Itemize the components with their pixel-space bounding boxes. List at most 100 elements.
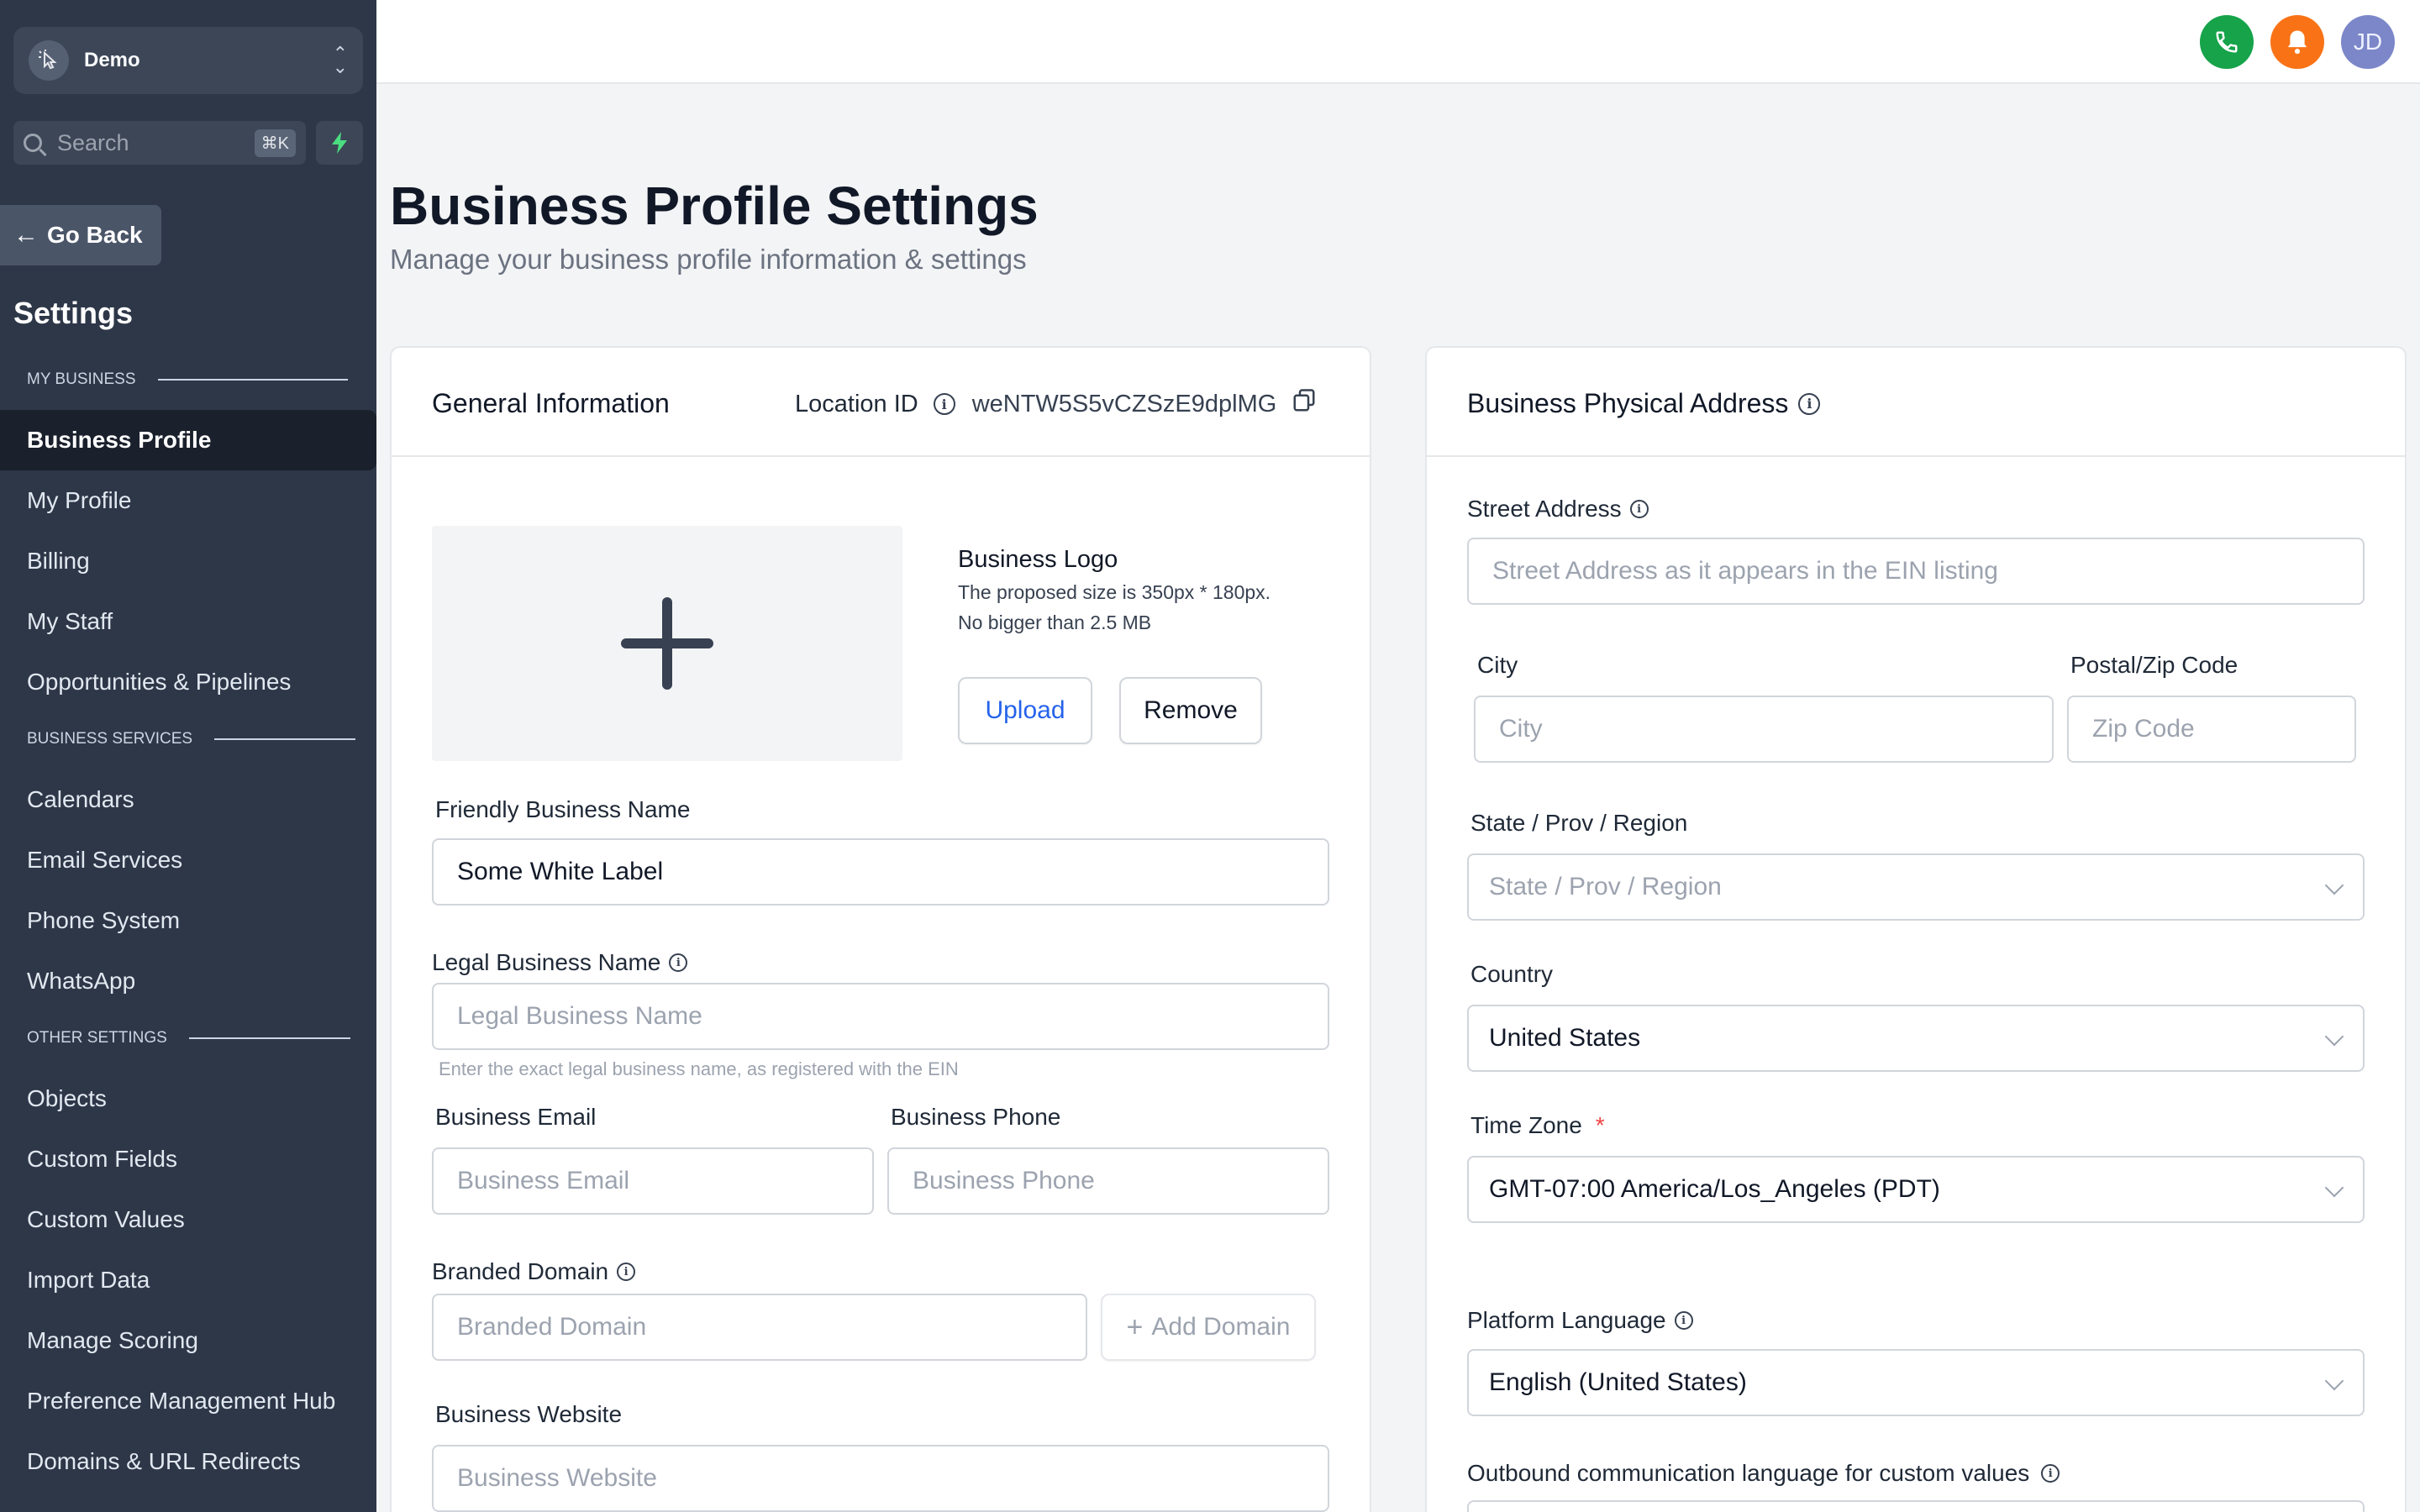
bell-icon: [2287, 30, 2307, 55]
city-field[interactable]: City: [1474, 696, 2054, 763]
go-back-button[interactable]: ← Go Back: [0, 205, 161, 265]
branded-domain-field[interactable]: Branded Domain: [432, 1294, 1087, 1361]
business-website-label: Business Website: [435, 1401, 623, 1427]
legal-name-label-text: Legal Business Name: [432, 949, 661, 975]
phone-icon: [2216, 31, 2238, 53]
platform-language-label: Platform Language i: [1467, 1307, 1693, 1334]
account-name: Demo: [84, 49, 140, 71]
sidebar-item-phone-system[interactable]: Phone System: [0, 890, 376, 951]
sidebar-item-custom-fields[interactable]: Custom Fields: [0, 1129, 376, 1189]
phone-button[interactable]: [2200, 15, 2254, 69]
plus-icon: +: [1126, 1310, 1144, 1343]
card-title: General Information: [432, 388, 670, 418]
card-header: Business Physical Address i: [1427, 348, 2405, 457]
time-zone-select[interactable]: GMT-07:00 America/Los_Angeles (PDT): [1467, 1156, 2365, 1223]
business-phone-label: Business Phone: [891, 1104, 1061, 1130]
remove-button[interactable]: Remove: [1119, 677, 1262, 744]
logo-dropzone[interactable]: [432, 526, 902, 761]
section-label-text: OTHER SETTINGS: [27, 1029, 167, 1047]
outbound-language-select[interactable]: [1467, 1500, 2365, 1512]
account-logo-icon: [29, 40, 69, 81]
copy-icon[interactable]: [1292, 388, 1317, 420]
platform-language-label-text: Platform Language: [1467, 1307, 1666, 1333]
info-icon[interactable]: i: [1629, 500, 1649, 518]
search-icon: [24, 134, 42, 152]
page-subtitle: Manage your business profile information…: [390, 244, 1027, 275]
street-address-label: Street Address i: [1467, 496, 1649, 522]
section-label-text: BUSINESS SERVICES: [27, 730, 193, 748]
upload-button[interactable]: Upload: [958, 677, 1092, 744]
notifications-button[interactable]: [2270, 15, 2324, 69]
friendly-name-label: Friendly Business Name: [435, 796, 691, 822]
location-id-value: weNTW5S5vCZSzE9dplMG: [971, 390, 1277, 417]
sidebar-item-calendars[interactable]: Calendars: [0, 769, 376, 830]
sidebar-item-billing[interactable]: Billing: [0, 531, 376, 591]
business-address-card: Business Physical Address i Street Addre…: [1425, 346, 2407, 1512]
business-website-field[interactable]: Business Website: [432, 1445, 1329, 1512]
country-select[interactable]: United States: [1467, 1005, 2365, 1072]
logo-title: Business Logo: [958, 546, 1118, 573]
info-icon[interactable]: i: [933, 393, 955, 415]
go-back-label: Go Back: [47, 222, 143, 248]
sidebar-item-objects[interactable]: Objects: [0, 1068, 376, 1129]
state-select[interactable]: State / Prov / Region: [1467, 853, 2365, 921]
friendly-name-field[interactable]: Some White Label: [432, 838, 1329, 906]
time-zone-label-text: Time Zone: [1470, 1112, 1582, 1138]
info-icon[interactable]: i: [1674, 1311, 1693, 1330]
city-label: City: [1477, 652, 1518, 678]
sidebar-item-import-data[interactable]: Import Data: [0, 1250, 376, 1310]
business-phone-field[interactable]: Business Phone: [887, 1147, 1329, 1215]
logo-size-hint: The proposed size is 350px * 180px.: [958, 581, 1271, 603]
required-marker: *: [1595, 1112, 1605, 1138]
avatar[interactable]: JD: [2341, 15, 2395, 69]
branded-domain-label: Branded Domain i: [432, 1258, 636, 1285]
search-input[interactable]: Search ⌘K: [13, 121, 306, 165]
plus-icon: [621, 597, 713, 690]
search-placeholder: Search: [57, 129, 129, 155]
info-icon[interactable]: i: [617, 1263, 636, 1281]
sidebar-item-custom-values[interactable]: Custom Values: [0, 1189, 376, 1250]
branded-domain-label-text: Branded Domain: [432, 1258, 609, 1284]
location-id-label: Location ID: [795, 390, 918, 417]
sidebar-item-opportunities[interactable]: Opportunities & Pipelines: [0, 652, 376, 712]
info-icon[interactable]: i: [669, 953, 688, 972]
outbound-language-label-text: Outbound communication language for cust…: [1467, 1460, 2030, 1486]
street-address-field[interactable]: Street Address as it appears in the EIN …: [1467, 538, 2365, 605]
section-business-services: BUSINESS SERVICES: [27, 730, 356, 748]
add-domain-button[interactable]: + Add Domain: [1101, 1294, 1316, 1361]
zip-code-field[interactable]: Zip Code: [2067, 696, 2356, 763]
platform-language-select[interactable]: English (United States): [1467, 1349, 2365, 1416]
business-email-label: Business Email: [435, 1104, 597, 1130]
sidebar-item-whatsapp[interactable]: WhatsApp: [0, 951, 376, 1011]
business-email-field[interactable]: Business Email: [432, 1147, 874, 1215]
sidebar-item-manage-scoring[interactable]: Manage Scoring: [0, 1310, 376, 1371]
sidebar-item-domains[interactable]: Domains & URL Redirects: [0, 1431, 376, 1492]
quick-actions-button[interactable]: [316, 121, 363, 165]
page-title: Business Profile Settings: [390, 176, 1039, 236]
time-zone-select-value: GMT-07:00 America/Los_Angeles (PDT): [1489, 1175, 1940, 1203]
country-select-value: United States: [1489, 1024, 1641, 1052]
sidebar-item-business-profile[interactable]: Business Profile: [0, 410, 376, 470]
sidebar-item-email-services[interactable]: Email Services: [0, 830, 376, 890]
divider: [188, 1037, 350, 1039]
sidebar-item-preference-hub[interactable]: Preference Management Hub: [0, 1371, 376, 1431]
chevron-updown-icon: ⌃ ⌄: [332, 43, 348, 77]
card-title: Business Physical Address i: [1467, 388, 1821, 419]
chevron-down-icon: [2324, 1026, 2344, 1047]
legal-name-field[interactable]: Legal Business Name: [432, 983, 1329, 1050]
topbar: JD: [376, 0, 2420, 84]
chevron-down-icon: [2324, 1178, 2344, 1198]
account-switcher[interactable]: Demo ⌃ ⌄: [13, 27, 363, 94]
info-icon[interactable]: i: [2041, 1464, 2060, 1483]
section-my-business: MY BUSINESS: [27, 370, 348, 389]
chevron-down-icon: [2324, 1371, 2344, 1391]
sidebar-item-my-staff[interactable]: My Staff: [0, 591, 376, 652]
sidebar-title: Settings: [13, 296, 134, 330]
card-title-text: Business Physical Address: [1467, 388, 1789, 418]
info-icon[interactable]: i: [1798, 392, 1821, 415]
card-header: General Information Location ID i weNTW5…: [392, 348, 1370, 457]
arrow-left-icon: ←: [13, 221, 39, 249]
country-label: Country: [1470, 961, 1554, 987]
sidebar-item-my-profile[interactable]: My Profile: [0, 470, 376, 531]
platform-language-select-value: English (United States): [1489, 1368, 1747, 1396]
